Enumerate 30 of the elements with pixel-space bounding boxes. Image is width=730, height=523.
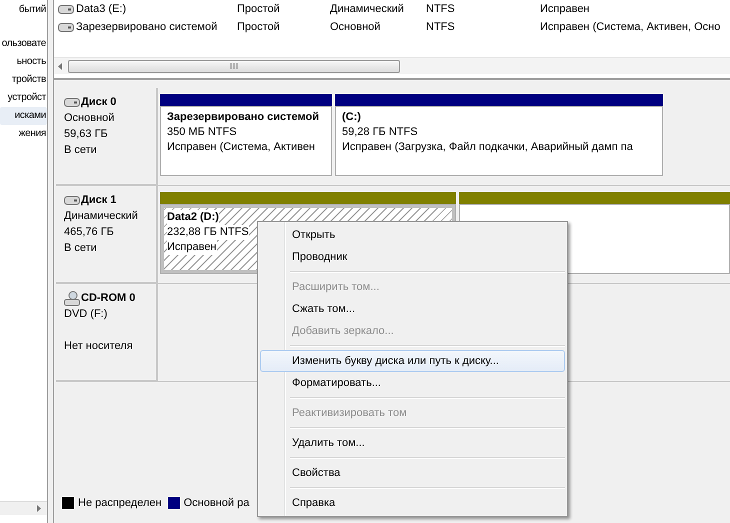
partition-status: Исправен [167, 240, 217, 255]
disk-name: Диск 0 [64, 94, 156, 110]
status-cell-text: Исправен [540, 2, 591, 17]
disk-state: Нет носителя [64, 339, 134, 354]
partition-name: (C:) [342, 110, 361, 125]
disk-state: В сети [64, 241, 98, 256]
type-cell-text: Динамический [330, 2, 405, 17]
disk-type: Динамический [64, 209, 139, 224]
layout-cell-text: Простой [237, 2, 281, 17]
legend-label: Основной ра [184, 497, 250, 509]
type-cell-text: Основной [330, 20, 382, 35]
layout-cell-text: Простой [237, 20, 281, 35]
partition-size: 232,88 ГБ NTFS [167, 225, 249, 240]
volume-name-cell: Data3 (E:) [58, 0, 237, 18]
disk-state: В сети [64, 143, 98, 158]
partition-name: Зарезервировано системой [167, 110, 319, 125]
volume-name-cell: Зарезервировано системой [58, 18, 237, 36]
disk-size: 465,76 ГБ [64, 225, 115, 240]
status-cell-text: Исправен (Система, Активен, Осно [540, 20, 722, 35]
filesystem-cell-text: NTFS [426, 20, 456, 35]
partition-status: Исправен (Загрузка, Файл подкачки, Аварийный дамп па [342, 140, 633, 155]
partition-status: Исправен (Система, Активен [167, 140, 316, 155]
disk-type: DVD (F:) [64, 307, 108, 322]
partition-name: Data2 (D:) [167, 210, 219, 225]
disk-name: CD-ROM 0 [64, 290, 156, 306]
disk-type: Основной [64, 111, 116, 126]
disk-name: Диск 1 [64, 192, 156, 208]
legend-label: Не распределен [78, 497, 162, 509]
filesystem-cell-text: NTFS [426, 2, 456, 17]
disk-size: 59,63 ГБ [64, 127, 109, 142]
